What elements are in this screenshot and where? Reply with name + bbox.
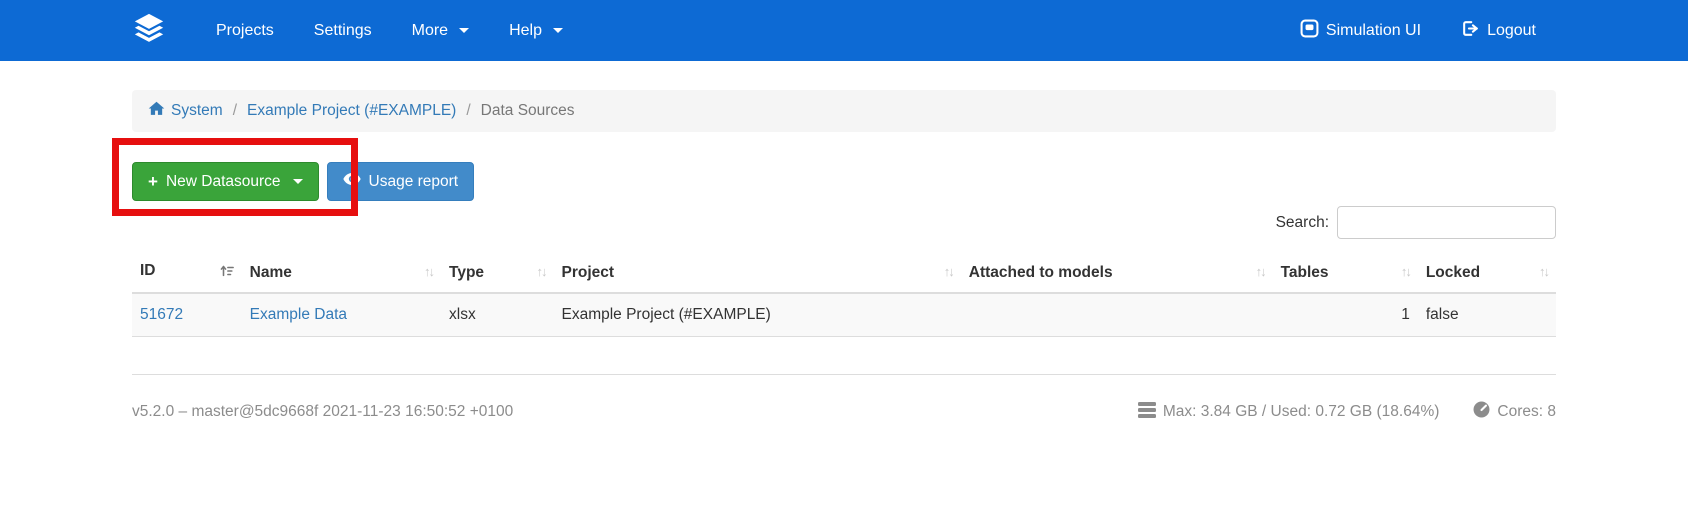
- column-label-project: Project: [561, 263, 615, 281]
- datasource-tables-cell: 1: [1272, 293, 1418, 337]
- caret-down-icon: [552, 28, 563, 33]
- cores-info: Cores: 8: [1473, 401, 1556, 423]
- sort-icon: ↑↓: [943, 263, 955, 279]
- sort-icon: ↑↓: [536, 263, 547, 279]
- column-header-id[interactable]: ID: [132, 253, 242, 294]
- eye-icon: [342, 172, 361, 191]
- datasource-project-cell: Example Project (#EXAMPLE): [553, 293, 961, 337]
- nav-simulation-ui-label: Simulation UI: [1325, 21, 1422, 39]
- breadcrumb-current: Data Sources: [480, 102, 575, 119]
- top-navbar: Projects Settings More Help Simulation U…: [0, 0, 1688, 61]
- table-row: 51672 Example Data xlsx Example Project …: [132, 293, 1556, 337]
- nav-more[interactable]: More: [392, 0, 489, 61]
- column-header-locked[interactable]: ↑↓ Locked: [1417, 253, 1556, 294]
- breadcrumb-project-label: Example Project (#EXAMPLE): [247, 102, 457, 119]
- nav-settings-label: Settings: [313, 21, 372, 39]
- column-label-name: Name: [249, 263, 292, 281]
- memory-icon: [1137, 401, 1156, 423]
- breadcrumb-separator: /: [232, 102, 237, 119]
- breadcrumb: System / Example Project (#EXAMPLE) / Da…: [132, 90, 1556, 132]
- sort-icon: ↑↓: [424, 263, 435, 279]
- logout-icon: [1461, 19, 1480, 43]
- column-label-type: Type: [449, 263, 485, 281]
- column-label-locked: Locked: [1425, 263, 1481, 281]
- app-window-icon: [1300, 19, 1319, 43]
- datasource-locked-cell: false: [1417, 293, 1556, 337]
- datasource-type-cell: xlsx: [441, 293, 554, 337]
- memory-usage: Max: 3.84 GB / Used: 0.72 GB (18.64%): [1137, 401, 1440, 423]
- breadcrumb-system-label: System: [171, 102, 223, 119]
- column-label-tables: Tables: [1280, 263, 1329, 281]
- datasource-id-link[interactable]: 51672: [140, 306, 183, 323]
- datasource-attached-cell: [960, 293, 1273, 337]
- home-icon: [148, 100, 165, 122]
- app-logo[interactable]: [132, 11, 166, 50]
- sort-icon: ↑↓: [1255, 263, 1267, 279]
- usage-report-label: Usage report: [368, 172, 459, 190]
- breadcrumb-separator: /: [466, 102, 471, 119]
- gauge-icon: [1473, 401, 1490, 423]
- column-header-name[interactable]: ↑↓ Name: [241, 253, 441, 294]
- sort-ascending-icon: [220, 264, 234, 283]
- version-text: v5.2.0 – master@5dc9668f 2021-11-23 16:5…: [132, 403, 514, 420]
- datasources-table: ID ↑↓ Name ↑↓ Type ↑↓ Project ↑↓ Attache…: [132, 253, 1556, 337]
- plus-icon: +: [148, 172, 158, 191]
- caret-down-icon: [459, 28, 470, 33]
- breadcrumb-system[interactable]: System: [148, 100, 223, 122]
- nav-projects[interactable]: Projects: [196, 0, 294, 61]
- new-datasource-button[interactable]: + New Datasource: [132, 162, 319, 201]
- sort-icon: ↑↓: [1539, 263, 1550, 279]
- nav-logout[interactable]: Logout: [1441, 0, 1556, 61]
- nav-help-label: Help: [509, 21, 542, 39]
- new-datasource-label: New Datasource: [165, 172, 281, 190]
- breadcrumb-project[interactable]: Example Project (#EXAMPLE): [247, 102, 456, 120]
- nav-logout-label: Logout: [1487, 21, 1536, 39]
- nav-more-label: More: [411, 21, 449, 39]
- nav-help[interactable]: Help: [489, 0, 583, 61]
- nav-settings[interactable]: Settings: [294, 0, 392, 61]
- column-label-attached-to-models: Attached to models: [968, 263, 1113, 281]
- datasource-name-link[interactable]: Example Data: [250, 306, 347, 323]
- nav-simulation-ui[interactable]: Simulation UI: [1280, 0, 1441, 61]
- memory-text: Max: 3.84 GB / Used: 0.72 GB (18.64%): [1162, 403, 1440, 420]
- usage-report-button[interactable]: Usage report: [326, 162, 475, 201]
- search-input[interactable]: [1337, 206, 1556, 239]
- page-footer: v5.2.0 – master@5dc9668f 2021-11-23 16:5…: [132, 401, 1556, 423]
- layers-icon: [132, 11, 166, 50]
- search-label: Search:: [1275, 213, 1329, 231]
- toolbar: + New Datasource Usage report: [132, 162, 1556, 201]
- sort-icon: ↑↓: [1400, 263, 1412, 279]
- column-header-project[interactable]: ↑↓ Project: [553, 253, 961, 294]
- caret-down-icon: [292, 179, 303, 184]
- column-header-type[interactable]: ↑↓ Type: [441, 253, 554, 294]
- column-header-attached-to-models[interactable]: ↑↓ Attached to models: [960, 253, 1273, 294]
- column-label-id: ID: [140, 262, 156, 279]
- column-header-tables[interactable]: ↑↓ Tables: [1272, 253, 1418, 294]
- footer-divider: [132, 374, 1556, 375]
- table-header-row: ID ↑↓ Name ↑↓ Type ↑↓ Project ↑↓ Attache…: [132, 253, 1556, 294]
- cores-text: Cores: 8: [1497, 403, 1556, 420]
- nav-projects-label: Projects: [216, 21, 274, 39]
- search-bar: Search:: [132, 206, 1556, 239]
